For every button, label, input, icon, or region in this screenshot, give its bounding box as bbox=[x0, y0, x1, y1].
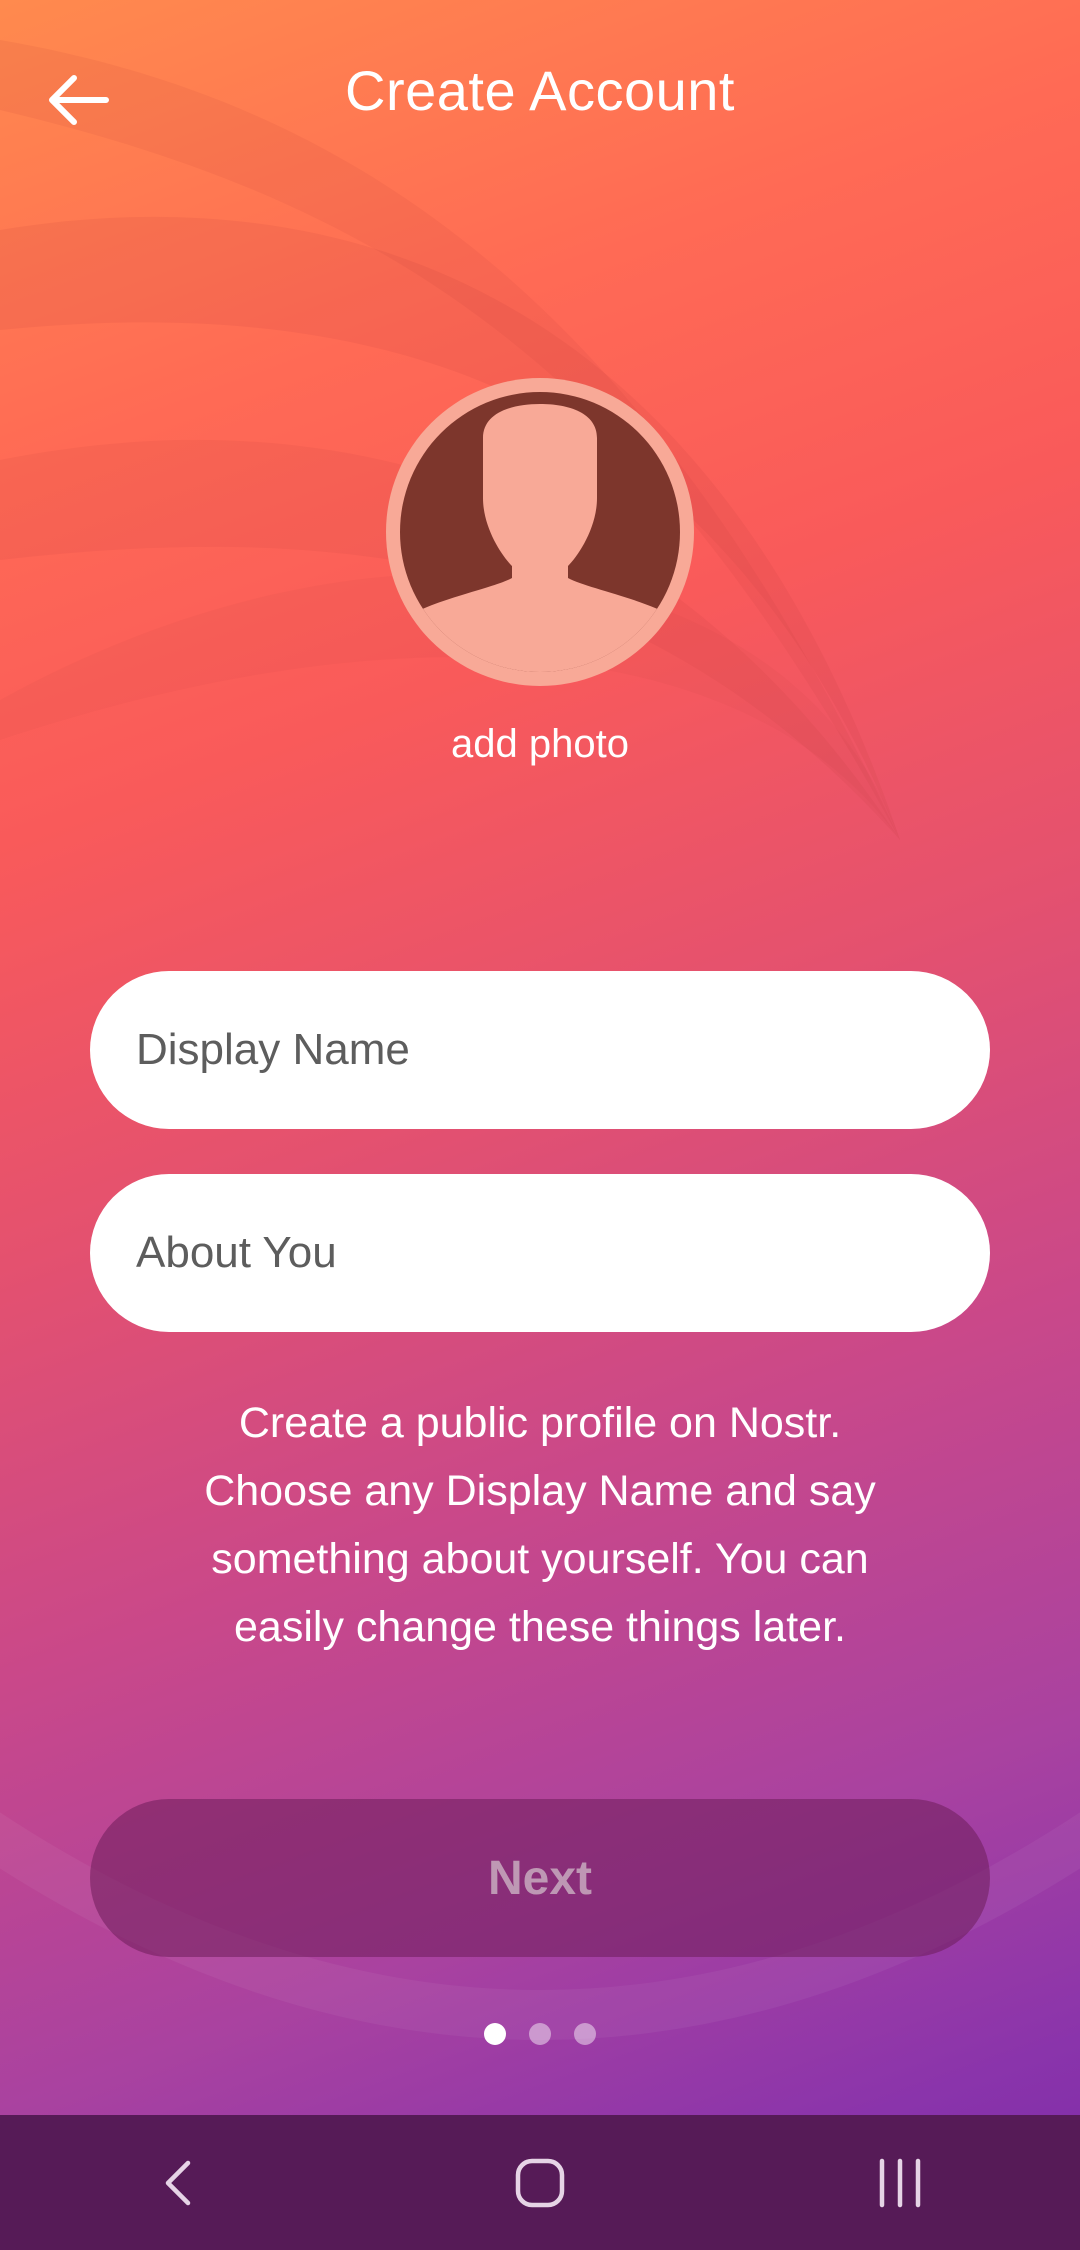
nav-home-icon bbox=[515, 2158, 565, 2207]
avatar-picker[interactable] bbox=[386, 378, 694, 686]
page-dot-1 bbox=[484, 2023, 506, 2045]
system-back-button[interactable] bbox=[110, 2128, 250, 2238]
page-indicator bbox=[0, 2023, 1080, 2045]
page-dot-3 bbox=[574, 2023, 596, 2045]
nav-back-icon bbox=[165, 2160, 191, 2205]
system-home-button[interactable] bbox=[470, 2128, 610, 2238]
add-photo-link[interactable]: add photo bbox=[0, 722, 1080, 767]
page-title: Create Account bbox=[345, 59, 735, 122]
page-dot-2 bbox=[529, 2023, 551, 2045]
app-header: Create Account bbox=[0, 0, 1080, 190]
system-recents-button[interactable] bbox=[830, 2128, 970, 2238]
profile-info-text: Create a public profile on Nostr. Choose… bbox=[204, 1399, 876, 1651]
nav-recents-icon bbox=[879, 2158, 921, 2207]
display-name-input[interactable] bbox=[90, 971, 990, 1129]
person-silhouette-icon bbox=[400, 392, 680, 672]
next-button[interactable]: Next bbox=[90, 1799, 990, 1957]
about-you-input[interactable] bbox=[90, 1174, 990, 1332]
system-navigation-bar bbox=[0, 2115, 1080, 2250]
